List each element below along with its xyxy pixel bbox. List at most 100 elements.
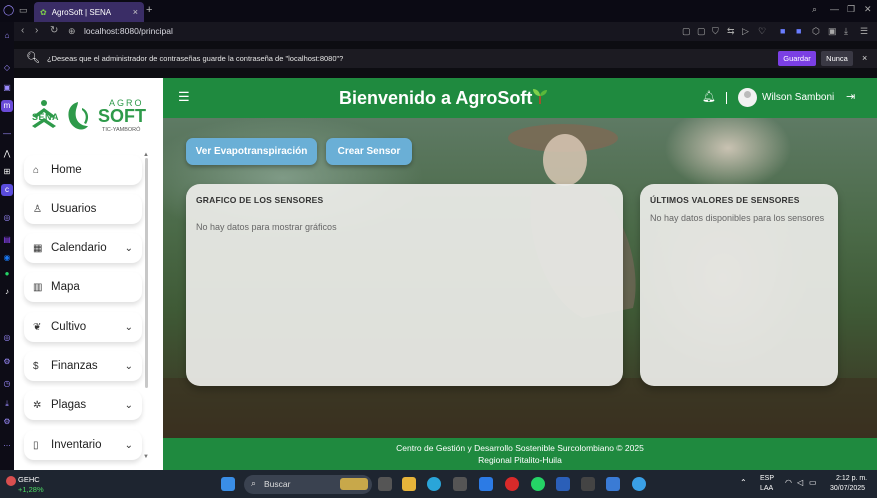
download-icon[interactable]: ⤓ [844,24,848,38]
history-icon[interactable]: ◷ [1,378,13,390]
snapshot-icon[interactable]: ▢ [697,24,706,38]
save-password-button[interactable]: Guardar [778,51,816,66]
avatar[interactable] [738,88,757,107]
ai-icon[interactable]: ◎ [1,212,13,224]
easy-setup-icon[interactable]: ▢ [682,24,691,38]
search-tabs-icon[interactable]: ⌕ [812,4,817,15]
maximize-icon[interactable]: ❐ [847,4,855,15]
forward-icon[interactable]: › [35,24,38,38]
volume-icon[interactable]: ◁ [797,478,803,487]
opera-menu-icon[interactable]: ◯ [3,5,14,16]
workspaces-icon[interactable]: ▭ [19,5,28,16]
close-prompt-icon[interactable]: × [862,51,867,66]
extensions-icon[interactable]: ⬡ [812,24,820,38]
sidebar-item-label: Home [51,164,82,176]
terminal-icon[interactable] [581,477,595,491]
logo: SENA AGRO SOFT TIC-YAMBORÓ [30,96,146,140]
sidebar-item-mapa[interactable]: ▥ Mapa [24,272,142,302]
sidebar-item-cultivo[interactable]: ❦ Cultivo ⌄ [24,312,142,342]
tab-close-icon[interactable]: × [133,7,138,17]
stock-change: +1,28% [18,485,44,494]
minimize-icon[interactable]: — [830,4,839,14]
back-icon[interactable]: ‹ [21,24,24,38]
cube-icon[interactable]: ▣ [1,82,13,94]
language-code[interactable]: ESP [760,475,774,482]
app-icon[interactable]: c [1,184,13,196]
twitch-icon[interactable]: ▤ [1,234,13,246]
sena-logo-text: SENA [32,112,60,122]
home-sidebar-icon[interactable]: ⌂ [1,30,13,42]
more-menu-icon[interactable]: ☰ [860,24,868,38]
crear-sensor-button[interactable]: Crear Sensor [326,138,412,165]
sidebar-scrollbar[interactable] [145,158,148,388]
play-icon[interactable]: ▷ [742,24,749,38]
stock-name[interactable]: GEHC [18,475,40,484]
new-tab-button[interactable]: + [146,4,152,16]
wifi-icon[interactable]: ◠ [785,478,792,487]
tray-chevron-icon[interactable]: ⌃ [740,478,747,487]
apps-icon[interactable]: ⊞ [1,166,13,178]
tiktok-icon[interactable]: ♪ [1,286,13,298]
scroll-up-icon[interactable]: ▲ [143,152,149,158]
sidebar-item-plagas[interactable]: ✲ Plagas ⌄ [24,390,142,420]
clock-date[interactable]: 30/07/2025 [830,485,865,492]
keyboard-layout[interactable]: LAA [760,485,773,492]
browser-tab[interactable]: ✿ AgroSoft | SENA × [34,2,144,22]
address-input[interactable]: localhost:8080/principal [84,24,173,38]
downloads-icon[interactable]: ⤓ [1,398,13,410]
file-explorer-icon[interactable] [402,477,416,491]
store-icon[interactable] [453,477,467,491]
task-view-icon[interactable] [378,477,392,491]
search-highlight-icon [340,478,368,490]
sidebar-item-home[interactable]: ⌂ Home [24,155,142,185]
shield-icon[interactable]: ⛉ [712,24,719,38]
site-info-icon[interactable]: ⊕ [68,24,76,38]
close-window-icon[interactable]: ✕ [864,4,872,15]
edge-icon[interactable] [427,477,441,491]
windows-start-icon[interactable] [221,477,235,491]
page-title: Bienvenido a AgroSoft [339,88,533,108]
sidebar-item-finanzas[interactable]: $ Finanzas ⌄ [24,351,142,381]
vscode-icon[interactable] [479,477,493,491]
app-taskbar-icon[interactable] [632,477,646,491]
settings-sidebar-icon[interactable]: ⚙ [1,356,13,368]
sidebar-item-inventario[interactable]: ▯ Inventario ⌄ [24,430,142,460]
graph-empty-message: No hay datos para mostrar gráficos [196,222,337,232]
hamburger-menu-icon[interactable]: ☰ [178,89,190,105]
bell-icon[interactable]: 🔔︎ [702,90,716,103]
translate-icon[interactable]: ⇆ [727,24,735,38]
aria-icon[interactable]: ◇ [1,62,13,74]
more-sidebar-icon[interactable]: … [1,438,13,450]
user-name[interactable]: Wilson Samboni [762,92,834,103]
stock-widget-icon[interactable] [6,476,16,486]
heart-icon[interactable]: ♡ [758,24,766,38]
extension-icon[interactable]: ■ [780,24,785,38]
graph-card-title: GRAFICO DE LOS SENSORES [196,195,324,205]
never-save-button[interactable]: Nunca [821,51,853,66]
app-footer: Centro de Gestión y Desarrollo Sostenibl… [163,438,877,470]
chevron-down-icon: ⌄ [124,360,133,372]
opera-icon[interactable] [505,477,519,491]
messenger-sidebar-icon[interactable]: m [1,100,13,112]
sidebar-item-label: Inventario [51,439,102,451]
messenger-icon[interactable]: ◉ [1,252,13,264]
word-icon[interactable] [556,477,570,491]
whatsapp-taskbar-icon[interactable] [531,477,545,491]
player-icon[interactable]: ◎ [1,332,13,344]
scroll-down-icon[interactable]: ▼ [143,454,149,460]
arc-icon[interactable]: ⋀ [1,148,13,160]
reload-icon[interactable]: ↻ [50,24,58,38]
battery-icon[interactable]: ▭ [809,478,817,487]
ver-evapotranspiracion-button[interactable]: Ver Evapotranspiración [186,138,317,165]
gear-icon[interactable]: ⚙ [1,416,13,428]
sidebar-item-usuarios[interactable]: ♙ Usuarios [24,194,142,224]
sidebar-item-calendario[interactable]: ▦ Calendario ⌄ [24,233,142,263]
clock-time[interactable]: 2:12 p. m. [836,475,867,482]
profile-icon[interactable]: ▣ [828,24,837,38]
map-icon: ▥ [33,281,43,293]
extension-2-icon[interactable]: ■ [796,24,801,38]
logout-icon[interactable]: ⇥ [846,90,855,103]
photos-icon[interactable] [606,477,620,491]
whatsapp-icon[interactable]: ● [1,268,13,280]
dollar-icon: $ [33,360,39,372]
